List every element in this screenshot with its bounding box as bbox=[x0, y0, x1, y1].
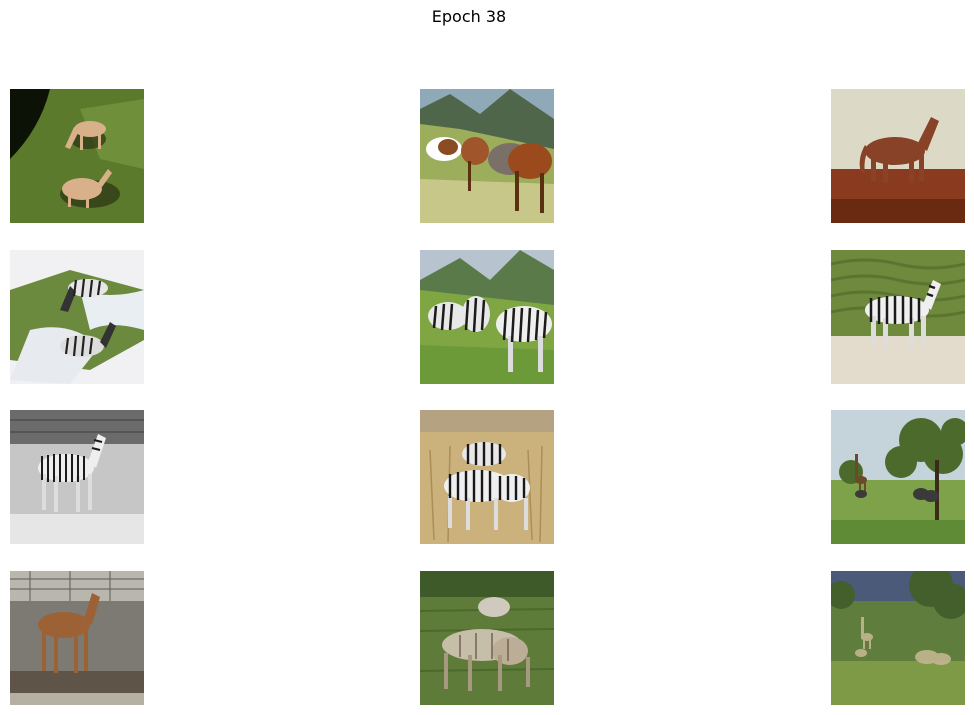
image-r0-c0-horse bbox=[10, 89, 144, 223]
figure-title: Epoch 38 bbox=[431, 7, 507, 26]
image-r3-c1-horse bbox=[420, 571, 554, 705]
image-r3-c0-horse bbox=[10, 571, 144, 705]
image-r2-c2-zebra bbox=[831, 410, 965, 544]
image-r2-c1-zebra bbox=[420, 410, 554, 544]
image-r1-c0-zebra bbox=[10, 250, 144, 384]
image-r2-c0-zebra bbox=[10, 410, 144, 544]
image-r0-c1-horse bbox=[420, 89, 554, 223]
image-r1-c1-zebra bbox=[420, 250, 554, 384]
image-r1-c2-zebra bbox=[831, 250, 965, 384]
image-r3-c2-horse bbox=[831, 571, 965, 705]
image-r0-c2-horse bbox=[831, 89, 965, 223]
